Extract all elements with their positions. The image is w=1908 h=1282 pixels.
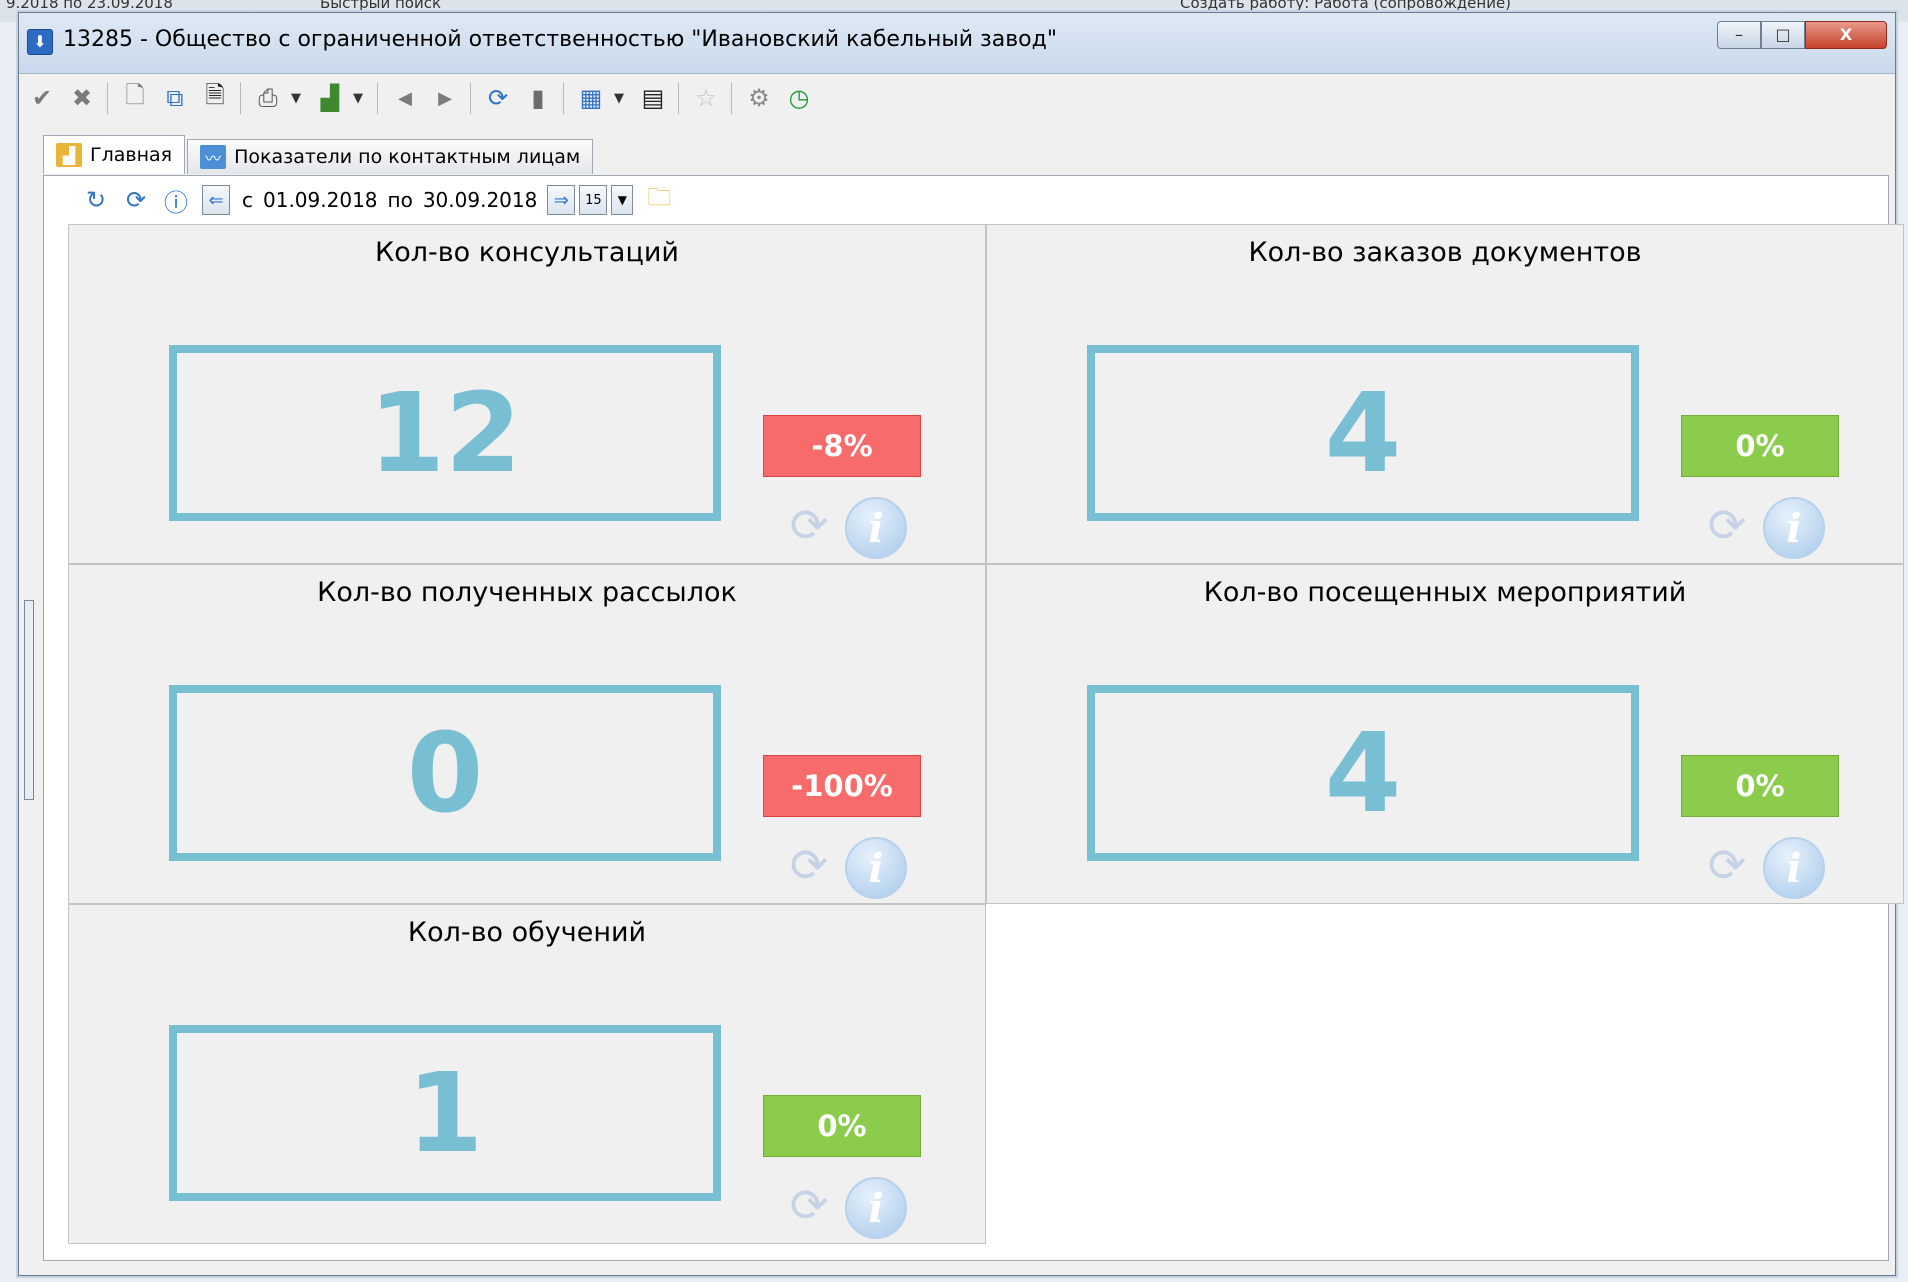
- toolbar-separator: [470, 82, 471, 114]
- star-icon[interactable]: ☆: [691, 82, 721, 114]
- window-buttons: – □ X: [1717, 21, 1887, 49]
- indicator-card: Кол-во посещенных мероприятий 4 0% ⟳ i: [986, 564, 1904, 904]
- refresh-icon[interactable]: ⟳: [781, 1177, 837, 1233]
- chevron-down-icon[interactable]: ▼: [610, 82, 628, 114]
- app-icon: ⬇: [27, 29, 53, 55]
- chevron-down-icon[interactable]: ▼: [349, 82, 367, 114]
- tab-main[interactable]: ▟ Главная: [43, 135, 186, 174]
- refresh-icon[interactable]: ⟳: [1699, 837, 1755, 893]
- period-from-date: 01.09.2018: [263, 188, 378, 212]
- change-badge: 0%: [1681, 415, 1839, 477]
- period-toolbar: ↻ ⟳ ⓘ ⇐ с 01.09.2018 по 30.09.2018 ⇒ 15 …: [44, 176, 1888, 224]
- indicator-title: Кол-во консультаций: [375, 237, 679, 268]
- cross-icon[interactable]: ✖: [67, 82, 97, 114]
- indicator-value: 1: [169, 1025, 721, 1201]
- toolbar-separator: [678, 82, 679, 114]
- document-icon[interactable]: 🗎: [200, 81, 230, 114]
- new-document-icon[interactable]: 🗋: [120, 81, 150, 114]
- print-icon[interactable]: ⎙: [253, 82, 283, 114]
- tab-main-label: Главная: [90, 144, 173, 166]
- gear-icon[interactable]: ⚙: [744, 82, 774, 114]
- change-badge: -8%: [763, 415, 921, 477]
- folder-icon[interactable]: 🗀: [645, 183, 673, 214]
- bookmark-icon[interactable]: ▮: [523, 82, 553, 114]
- clock-icon[interactable]: ◷: [784, 82, 814, 114]
- period-from-label: с: [242, 188, 253, 212]
- title-bar: ⬇ 13285 - Общество с ограниченной ответс…: [19, 13, 1895, 74]
- change-badge: -100%: [763, 755, 921, 817]
- main-toolbar: ✔ ✖ 🗋 ⧉ 🗎 ⎙ ▼ ▟ ▼ ◀ ▶ ⟳ ▮ ▦ ▼ ▤ ☆ ⚙ ◷: [19, 74, 1895, 122]
- toolbar-separator: [563, 82, 564, 114]
- line-chart-icon: 〰: [200, 145, 227, 169]
- indicator-card: Кол-во заказов документов 4 0% ⟳ i: [986, 224, 1904, 564]
- indicator-title: Кол-во полученных рассылок: [317, 577, 737, 608]
- arrow-left-icon[interactable]: ◀: [390, 82, 420, 114]
- reload-icon[interactable]: ↻: [82, 186, 110, 214]
- info-icon[interactable]: i: [1763, 497, 1825, 559]
- change-badge: 0%: [763, 1095, 921, 1157]
- background-create-work: Создать работу: Работа (сопровождение): [1180, 0, 1512, 12]
- period-to-label: по: [387, 188, 413, 212]
- indicator-value: 0: [169, 685, 721, 861]
- indicator-value: 4: [1087, 345, 1639, 521]
- info-icon[interactable]: i: [1763, 837, 1825, 899]
- check-icon[interactable]: ✔: [27, 82, 57, 114]
- indicator-card: Кол-во обучений 1 0% ⟳ i: [68, 904, 986, 1244]
- main-window: ⬇ 13285 - Общество с ограниченной ответс…: [18, 12, 1904, 1276]
- minimize-button[interactable]: –: [1717, 21, 1761, 49]
- chart-icon: ▟: [56, 143, 82, 167]
- close-button[interactable]: X: [1805, 21, 1887, 49]
- refresh-icon[interactable]: ⟳: [781, 837, 837, 893]
- indicator-title: Кол-во обучений: [407, 917, 647, 948]
- background-date-range: 9.2018 по 23.09.2018: [6, 0, 173, 12]
- tab-contact-indicators[interactable]: 〰 Показатели по контактным лицам: [187, 139, 594, 174]
- indicator-card: Кол-во полученных рассылок 0 -100% ⟳ i: [68, 564, 986, 904]
- maximize-button[interactable]: □: [1761, 21, 1805, 49]
- change-badge: 0%: [1681, 755, 1839, 817]
- refresh-icon[interactable]: ⟳: [483, 82, 513, 114]
- side-panel-splitter[interactable]: [24, 600, 34, 800]
- refresh-icon[interactable]: ⟳: [781, 497, 837, 553]
- toolbar-separator: [240, 82, 241, 114]
- dashboard-panel: ↻ ⟳ ⓘ ⇐ с 01.09.2018 по 30.09.2018 ⇒ 15 …: [43, 175, 1904, 1261]
- indicator-value: 4: [1087, 685, 1639, 861]
- info-icon[interactable]: ⓘ: [162, 186, 190, 217]
- indicator-title: Кол-во заказов документов: [1248, 237, 1642, 268]
- tab-contact-indicators-label: Показатели по контактным лицам: [234, 146, 581, 168]
- table-icon[interactable]: ▦: [576, 82, 606, 114]
- refresh-icon[interactable]: ⟳: [1699, 497, 1755, 553]
- chevron-down-icon[interactable]: ▼: [287, 82, 305, 114]
- toolbar-separator: [107, 82, 108, 114]
- copy-document-icon[interactable]: ⧉: [160, 82, 190, 114]
- info-icon[interactable]: i: [845, 497, 907, 559]
- background-quick-search: Быстрый поиск: [320, 0, 442, 12]
- period-to-date: 30.09.2018: [422, 188, 538, 212]
- info-icon[interactable]: i: [845, 837, 907, 899]
- info-icon[interactable]: i: [845, 1177, 907, 1239]
- calendar-icon[interactable]: 15: [579, 185, 608, 215]
- window-title: 13285 - Общество с ограниченной ответств…: [63, 27, 1057, 52]
- indicator-title: Кол-во посещенных мероприятий: [1203, 577, 1687, 608]
- chart-icon[interactable]: ▟: [315, 82, 345, 114]
- previous-period-button[interactable]: ⇐: [202, 185, 230, 215]
- refresh-icon[interactable]: ⟳: [122, 186, 150, 214]
- indicator-card: Кол-во консультаций 12 -8% ⟳ i: [68, 224, 986, 564]
- arrow-right-icon[interactable]: ▶: [430, 82, 460, 114]
- indicators-grid: Кол-во консультаций 12 -8% ⟳ i Кол-во за…: [68, 224, 1904, 1244]
- tab-bar: ▟ Главная 〰 Показатели по контактным лиц…: [43, 135, 595, 175]
- next-period-button[interactable]: ⇒: [547, 185, 576, 215]
- toolbar-separator: [377, 82, 378, 114]
- indicator-value: 12: [169, 345, 721, 521]
- toolbar-separator: [731, 82, 732, 114]
- report-icon[interactable]: ▤: [638, 82, 668, 114]
- chevron-down-icon[interactable]: ▼: [611, 185, 634, 215]
